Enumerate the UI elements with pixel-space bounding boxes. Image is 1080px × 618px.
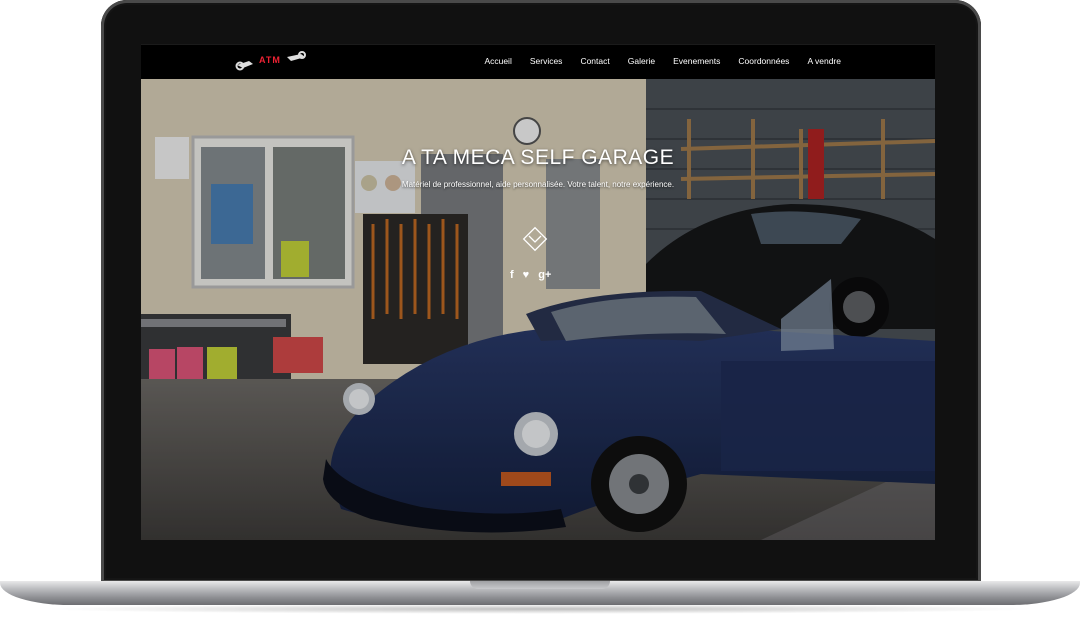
google-plus-icon[interactable]: g+ (538, 269, 551, 281)
logo-text: ATM (259, 55, 281, 65)
laptop-shadow (40, 604, 1040, 614)
nav-galerie[interactable]: Galerie (628, 56, 655, 66)
foursquare-icon[interactable]: ♥ (523, 269, 530, 281)
chevron-down-circle-icon (522, 226, 548, 252)
nav-coordonnees[interactable]: Coordonnées (738, 56, 789, 66)
social-links: f ♥ g+ (510, 269, 551, 281)
website-screen: ATM Accueil Services Contact Galerie Eve… (141, 44, 935, 540)
site-logo[interactable]: ATM (235, 51, 307, 73)
hero-subtitle: Matériel de professionnel, aide personna… (401, 180, 675, 189)
nav-contact[interactable]: Contact (580, 56, 609, 66)
scroll-down-button[interactable] (520, 224, 550, 254)
facebook-icon[interactable]: f (510, 269, 514, 281)
nav-accueil[interactable]: Accueil (484, 56, 511, 66)
nav-services[interactable]: Services (530, 56, 563, 66)
main-navigation: Accueil Services Contact Galerie Eveneme… (484, 56, 841, 66)
laptop-notch (470, 581, 610, 589)
nav-evenements[interactable]: Evenements (673, 56, 720, 66)
hero-section: A TA MECA SELF GARAGE Matériel de profes… (141, 79, 935, 540)
hero-title: A TA MECA SELF GARAGE (401, 146, 675, 169)
nav-a-vendre[interactable]: A vendre (807, 56, 841, 66)
top-navbar: ATM Accueil Services Contact Galerie Eve… (141, 44, 935, 80)
